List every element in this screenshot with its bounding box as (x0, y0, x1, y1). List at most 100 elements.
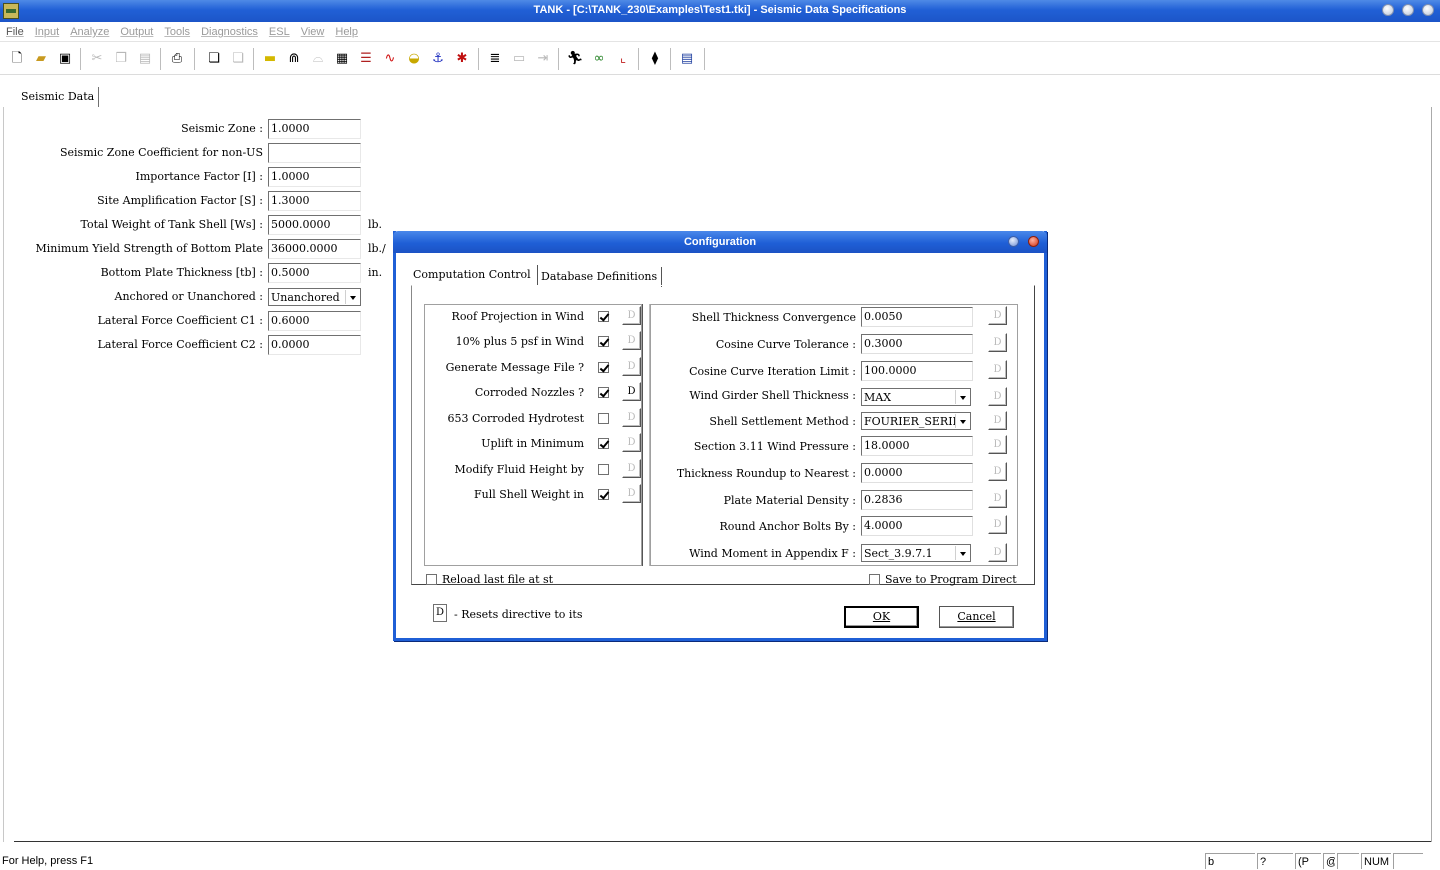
shell-convergence-input[interactable]: 0.0050 (861, 307, 973, 327)
ladder-icon[interactable]: ☰ (357, 50, 375, 68)
export-icon[interactable]: ⇥ (534, 50, 552, 68)
run-icon[interactable]: 🏃︎ (566, 50, 584, 68)
report-icon[interactable]: ≣ (486, 50, 504, 68)
wave-icon[interactable]: ∿ (381, 50, 399, 68)
grid-icon[interactable]: ▦ (333, 50, 351, 68)
menu-input[interactable]: Input (35, 22, 59, 41)
fluid-height-checkbox[interactable] (598, 464, 609, 475)
status-pane-2: ? (1257, 853, 1293, 869)
uplift-minimum-checkbox[interactable] (598, 438, 609, 449)
ok-button[interactable]: OK (844, 606, 919, 628)
roof-projection-reset-button[interactable]: D (622, 306, 641, 325)
menu-esl[interactable]: ESL (269, 22, 290, 41)
save-program-directory-checkbox[interactable] (869, 574, 880, 585)
wind-pressure-input[interactable]: 18.0000 (861, 436, 973, 456)
tab-computation-control[interactable]: Computation Control (413, 265, 538, 285)
lateral-c1-input[interactable]: 0.6000 (268, 311, 361, 331)
material-density-input[interactable]: 0.2836 (861, 490, 973, 510)
fluid-height-reset-button[interactable]: D (622, 459, 641, 478)
chevron-down-icon[interactable] (955, 546, 969, 560)
save-icon[interactable]: ▣ (56, 50, 74, 68)
uplift-minimum-reset-button[interactable]: D (622, 433, 641, 452)
tab-seismic-data[interactable]: Seismic Data (16, 87, 100, 107)
importance-factor-input[interactable]: 1.0000 (268, 167, 361, 187)
menu-output[interactable]: Output (120, 22, 153, 41)
cosine-tolerance-input[interactable]: 0.3000 (861, 334, 973, 354)
new-file-icon[interactable]: 🗋 (8, 50, 26, 68)
site-amplification-input[interactable]: 1.3000 (268, 191, 361, 211)
settlement-method-select[interactable]: FOURIER_SERIES (861, 412, 971, 430)
shell-convergence-reset-button[interactable]: D (988, 306, 1007, 325)
cosine-iteration-reset-button[interactable]: D (988, 360, 1007, 379)
roof-projection-checkbox[interactable] (598, 311, 609, 322)
cancel-button[interactable]: Cancel (939, 606, 1014, 628)
bottom-plate-thickness-input[interactable]: 0.5000 (268, 263, 361, 283)
anchored-select[interactable]: Unanchored (268, 288, 361, 306)
seismic-zone-input[interactable]: 1.0000 (268, 119, 361, 139)
corroded-hydrotest-checkbox[interactable] (598, 413, 609, 424)
wind-icon[interactable]: ✱ (453, 50, 471, 68)
shell-weight-input[interactable]: 5000.0000 (268, 215, 361, 235)
chevron-down-icon[interactable] (345, 290, 359, 304)
nozzle-icon[interactable]: ◒ (405, 50, 423, 68)
wind-moment-reset-button[interactable]: D (988, 543, 1007, 562)
wind-psf-checkbox[interactable] (598, 336, 609, 347)
corroded-hydrotest-reset-button[interactable]: D (622, 408, 641, 427)
thickness-roundup-reset-button[interactable]: D (988, 462, 1007, 481)
chevron-down-icon[interactable] (955, 390, 969, 404)
tab-database-definitions[interactable]: Database Definitions (540, 267, 663, 287)
menu-view[interactable]: View (301, 22, 325, 41)
material-density-reset-button[interactable]: D (988, 489, 1007, 508)
wind-girder-select[interactable]: MAX (861, 388, 971, 406)
menu-analyze[interactable]: Analyze (70, 22, 109, 41)
wind-moment-select[interactable]: Sect_3.9.7.1 (861, 544, 971, 562)
chart-icon[interactable]: ⌞ (614, 50, 632, 68)
table-icon[interactable]: ▭ (510, 50, 528, 68)
close-button[interactable] (1422, 4, 1434, 16)
minimize-button[interactable] (1382, 4, 1394, 16)
full-shell-weight-reset-button[interactable]: D (622, 484, 641, 503)
cut-icon[interactable]: ✂ (88, 50, 106, 68)
glasses-icon[interactable]: ∞ (590, 50, 608, 68)
dialog-help-button[interactable] (1008, 236, 1019, 247)
paste-doc-icon[interactable]: ❏ (229, 50, 247, 68)
corroded-nozzles-checkbox[interactable] (598, 387, 609, 398)
cosine-tolerance-reset-button[interactable]: D (988, 333, 1007, 352)
plate-icon[interactable]: ▬ (261, 50, 279, 68)
paste-icon[interactable]: ▤ (136, 50, 154, 68)
print-icon[interactable]: ⎙ (168, 50, 186, 68)
cosine-iteration-input[interactable]: 100.0000 (861, 361, 973, 381)
copy-doc-icon[interactable]: ❏ (205, 50, 223, 68)
menu-diagnostics[interactable]: Diagnostics (201, 22, 258, 41)
thickness-roundup-input[interactable]: 0.0000 (861, 463, 973, 483)
seismic-zone-coefficient-input[interactable] (268, 143, 361, 163)
vertical-scrollbar[interactable] (1431, 107, 1439, 842)
esl-icon[interactable]: ▤ (678, 50, 696, 68)
message-file-reset-button[interactable]: D (622, 357, 641, 376)
anchor-bolts-reset-button[interactable]: D (988, 515, 1007, 534)
maximize-button[interactable] (1402, 4, 1414, 16)
wind-pressure-reset-button[interactable]: D (988, 435, 1007, 454)
message-file-checkbox[interactable] (598, 362, 609, 373)
bottom-icon[interactable]: ⌓ (309, 50, 327, 68)
menu-tools[interactable]: Tools (164, 22, 190, 41)
wind-psf-reset-button[interactable]: D (622, 331, 641, 350)
corroded-nozzles-reset-button[interactable]: D (622, 382, 641, 401)
open-folder-icon[interactable]: ▰ (32, 50, 50, 68)
dialog-close-button[interactable] (1028, 236, 1039, 247)
copy-icon[interactable]: ❐ (112, 50, 130, 68)
chevron-down-icon[interactable] (955, 414, 969, 428)
lateral-c2-input[interactable]: 0.0000 (268, 335, 361, 355)
roof-icon[interactable]: ⋒ (285, 50, 303, 68)
settlement-method-label: Shell Settlement Method : (709, 415, 856, 428)
config-icon[interactable]: ⧫ (646, 50, 664, 68)
menu-help[interactable]: Help (335, 22, 358, 41)
full-shell-weight-checkbox[interactable] (598, 489, 609, 500)
anchor-bolts-input[interactable]: 4.0000 (861, 516, 973, 536)
menu-file[interactable]: File (6, 22, 24, 41)
reload-last-file-checkbox[interactable] (426, 574, 437, 585)
wind-girder-reset-button[interactable]: D (988, 387, 1007, 406)
anchor-icon[interactable]: ⚓ (429, 50, 447, 68)
settlement-method-reset-button[interactable]: D (988, 411, 1007, 430)
yield-strength-input[interactable]: 36000.0000 (268, 239, 361, 259)
